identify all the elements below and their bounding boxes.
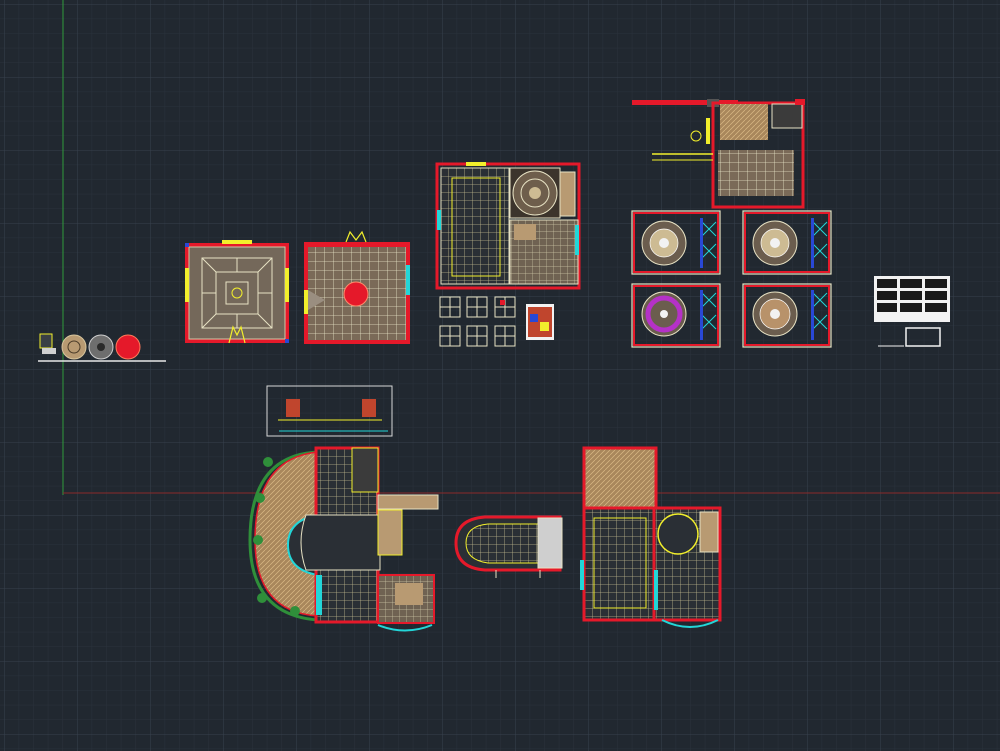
ceiling-plan-square-b[interactable] xyxy=(304,230,410,344)
plan-capsule[interactable] xyxy=(454,515,563,578)
grid-major xyxy=(0,0,1000,751)
ceiling-plan-hall[interactable] xyxy=(435,162,581,290)
perspective-sheet[interactable] xyxy=(526,304,554,340)
ceiling-plan-square-a[interactable] xyxy=(185,240,289,344)
model-space-canvas[interactable] xyxy=(0,0,1000,751)
